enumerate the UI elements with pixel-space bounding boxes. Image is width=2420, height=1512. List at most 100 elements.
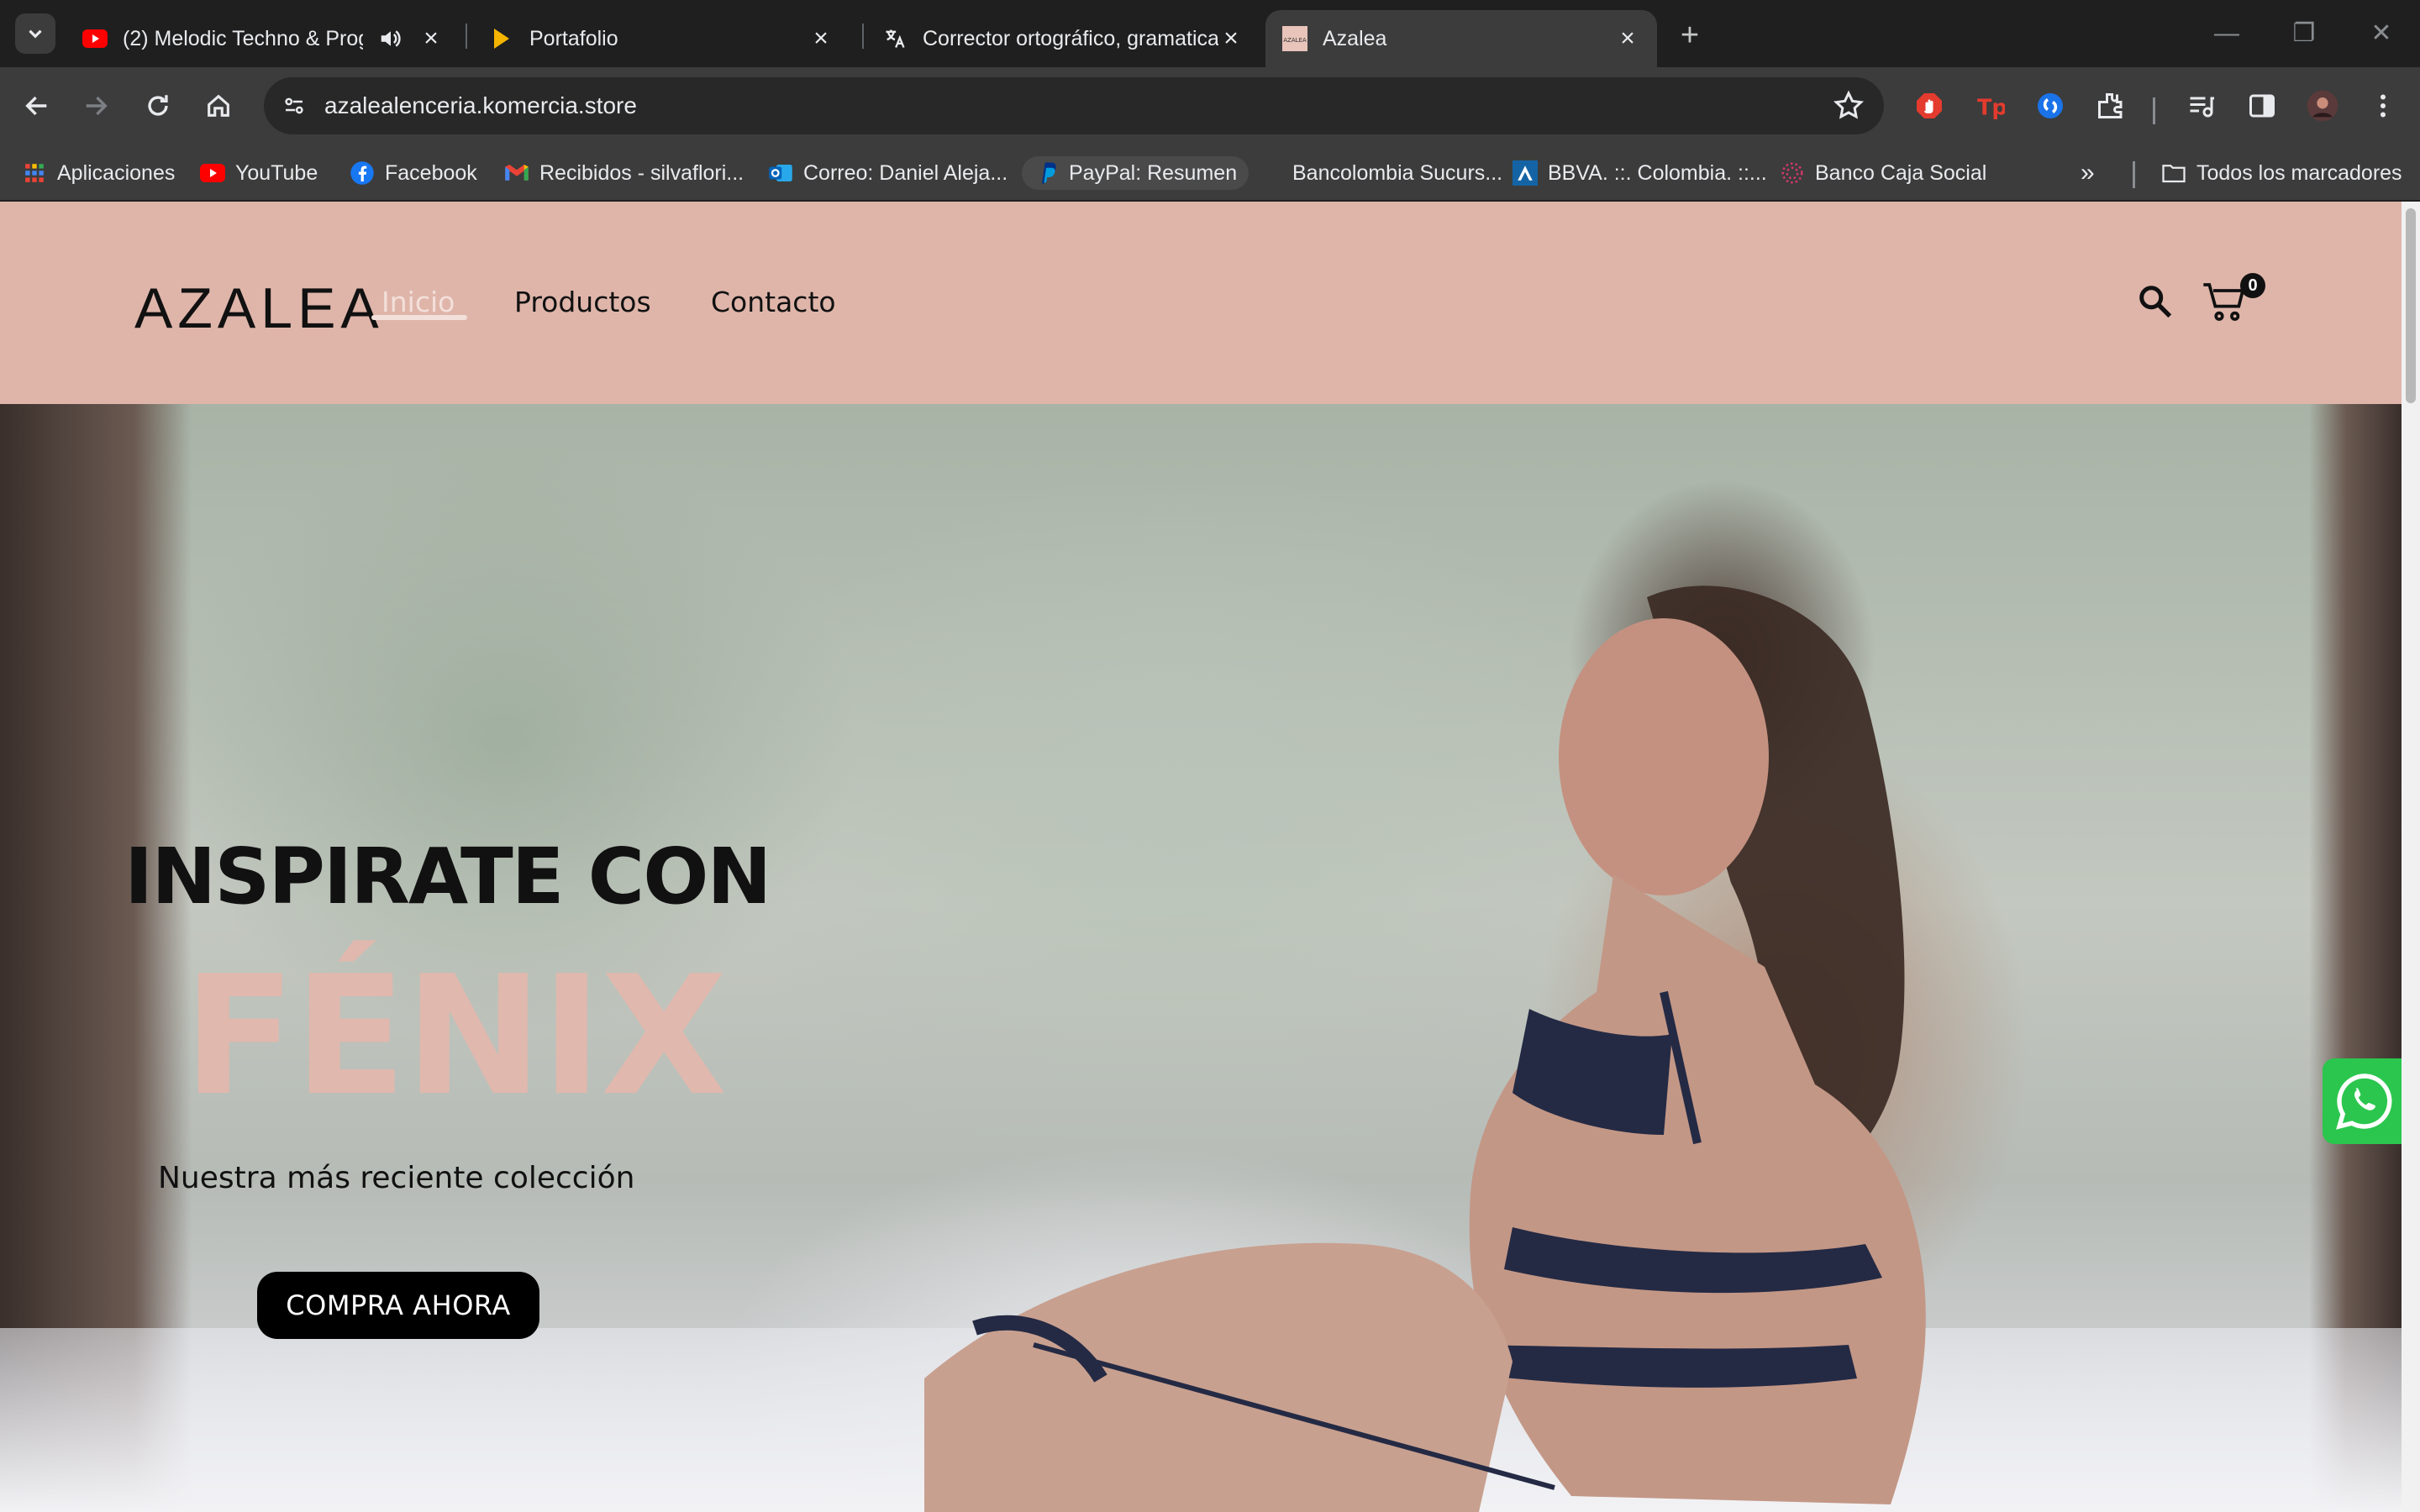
bookmarks-separator	[2133, 161, 2135, 188]
tab-title: (2) Melodic Techno & Progr	[123, 26, 363, 50]
address-bar[interactable]: azalealenceria.komercia.store	[264, 77, 1884, 134]
hero-title: INSPIRATE CON	[124, 832, 771, 921]
site-settings-icon[interactable]	[274, 86, 314, 126]
bookmark-facebook[interactable]: Facebook	[350, 156, 477, 190]
bookmark-label: YouTube	[235, 160, 318, 185]
adblock-extension-icon[interactable]	[1909, 86, 1949, 126]
bookmark-bancolombia[interactable]: Bancolombia Sucurs...	[1257, 156, 1502, 190]
shazam-extension-icon[interactable]	[2030, 86, 2070, 126]
hero-banner: INSPIRATE CON FÉNIX Nuestra más reciente…	[0, 404, 2402, 1512]
media-control-icon[interactable]	[2181, 86, 2222, 126]
tab-strip: (2) Melodic Techno & Progr × Portafolio …	[0, 0, 2420, 67]
restore-icon[interactable]: ❐	[2279, 15, 2329, 52]
close-window-icon[interactable]: ✕	[2356, 15, 2407, 52]
bookmark-apps[interactable]: Aplicaciones	[22, 156, 175, 190]
all-bookmarks-folder[interactable]: Todos los marcadores	[2161, 156, 2402, 190]
nav-contacto[interactable]: Contacto	[711, 286, 836, 318]
shop-now-button[interactable]: COMPRA AHORA	[257, 1272, 539, 1339]
facebook-icon	[350, 160, 375, 186]
site-header: AZALEA Inicio Productos Contacto 0	[0, 202, 2402, 404]
bookmark-label: Recibidos - silvaflori...	[539, 160, 744, 185]
home-button[interactable]	[198, 86, 239, 126]
tab-separator	[862, 24, 864, 49]
bookmark-label: Aplicaciones	[57, 160, 176, 185]
cart-count-badge: 0	[2240, 273, 2265, 298]
tab-title: Corrector ortográfico, gramatica	[923, 26, 1218, 50]
paypal-icon	[1034, 160, 1059, 186]
arrow-left-icon	[25, 96, 47, 116]
svg-text:Tp: Tp	[1977, 96, 2005, 121]
forward-button[interactable]	[76, 86, 116, 126]
tab-portafolio[interactable]: Portafolio ×	[472, 10, 850, 67]
tab-title: Portafolio	[529, 26, 618, 50]
gmail-icon	[504, 160, 529, 186]
extensions-puzzle-icon[interactable]	[2091, 86, 2131, 126]
tab-corrector[interactable]: Corrector ortográfico, gramatica ×	[865, 10, 1260, 67]
bookmark-label: BBVA. ::. Colombia. ::...	[1548, 160, 1767, 185]
web-page: AZALEA Inicio Productos Contacto 0 INSPI…	[0, 202, 2402, 1512]
bookmark-label: Bancolombia Sucurs...	[1292, 160, 1503, 185]
url-text[interactable]: azalealenceria.komercia.store	[324, 92, 637, 119]
minimize-icon[interactable]: —	[2202, 15, 2252, 52]
youtube-icon	[200, 160, 225, 186]
back-button[interactable]	[17, 86, 57, 126]
profile-avatar[interactable]	[2302, 86, 2343, 126]
close-tab-icon[interactable]: ×	[1615, 24, 1640, 52]
more-bookmarks-chevron-icon[interactable]: »	[2081, 156, 2095, 190]
bookmark-label: Facebook	[385, 160, 477, 185]
bookmark-outlook[interactable]: Correo: Daniel Aleja...	[768, 156, 1007, 190]
arrow-right-icon	[86, 96, 108, 116]
whatsapp-chat-button[interactable]	[2323, 1058, 2402, 1144]
translate-icon	[882, 26, 908, 51]
chevron-down-icon	[29, 29, 42, 39]
bookmark-youtube[interactable]: YouTube	[200, 156, 318, 190]
new-tab-button[interactable]: +	[1673, 18, 1707, 52]
folder-icon	[2161, 160, 2186, 186]
svg-text:AZALEA: AZALEA	[1283, 37, 1307, 44]
tab-search-button[interactable]	[15, 13, 55, 54]
home-icon	[208, 94, 229, 117]
browser-menu-icon[interactable]	[2363, 86, 2403, 126]
bookmark-label: Correo: Daniel Aleja...	[803, 160, 1008, 185]
side-panel-icon[interactable]	[2242, 86, 2282, 126]
bookmark-star-icon[interactable]	[1832, 89, 1865, 123]
apps-grid-icon	[22, 160, 47, 186]
caja-social-icon	[1780, 160, 1805, 186]
site-logo[interactable]: AZALEA	[134, 276, 384, 341]
bookmark-label: PayPal: Resumen	[1069, 160, 1238, 185]
hero-model-photo	[924, 585, 1926, 1512]
tp-extension-icon[interactable]: Tp	[1970, 86, 2010, 126]
close-tab-icon[interactable]: ×	[1218, 24, 1244, 52]
whatsapp-icon	[2336, 1074, 2392, 1130]
page-scrollbar[interactable]	[2402, 202, 2420, 1512]
speaker-icon[interactable]	[378, 26, 403, 51]
bancolombia-icon	[1257, 160, 1282, 186]
nav-inicio[interactable]: Inicio	[381, 286, 455, 318]
browser-toolbar: azalealenceria.komercia.store Tp	[0, 67, 2420, 144]
nav-active-indicator	[371, 315, 467, 320]
bookmark-label: Todos los marcadores	[2196, 160, 2402, 185]
close-tab-icon[interactable]: ×	[808, 24, 834, 52]
tab-title: Azalea	[1323, 26, 1387, 50]
toolbar-separator	[2153, 97, 2155, 124]
bookmark-bbva[interactable]: BBVA. ::. Colombia. ::...	[1512, 156, 1767, 190]
tab-youtube[interactable]: (2) Melodic Techno & Progr ×	[66, 10, 460, 67]
nav-productos[interactable]: Productos	[514, 286, 651, 318]
bookmark-paypal[interactable]: PayPal: Resumen	[1022, 156, 1249, 190]
reload-button[interactable]	[138, 86, 178, 126]
youtube-icon	[82, 26, 108, 51]
search-icon[interactable]	[2136, 282, 2175, 325]
close-tab-icon[interactable]: ×	[418, 24, 444, 52]
outlook-icon	[768, 160, 793, 186]
scrollbar-thumb[interactable]	[2406, 208, 2416, 403]
portfolio-icon	[489, 26, 514, 51]
tab-azalea[interactable]: AZALEA Azalea ×	[1265, 10, 1657, 67]
hero-collection-name: FÉNIX	[183, 941, 728, 1132]
bookmarks-bar: Aplicaciones YouTube Facebook Recibidos …	[0, 144, 2420, 202]
bookmark-caja-social[interactable]: Banco Caja Social	[1780, 156, 1986, 190]
bbva-icon	[1512, 160, 1538, 186]
bookmark-label: Banco Caja Social	[1815, 160, 1987, 185]
azalea-icon: AZALEA	[1282, 26, 1307, 51]
bookmark-gmail[interactable]: Recibidos - silvaflori...	[504, 156, 744, 190]
hero-subtitle: Nuestra más reciente colección	[158, 1161, 635, 1195]
